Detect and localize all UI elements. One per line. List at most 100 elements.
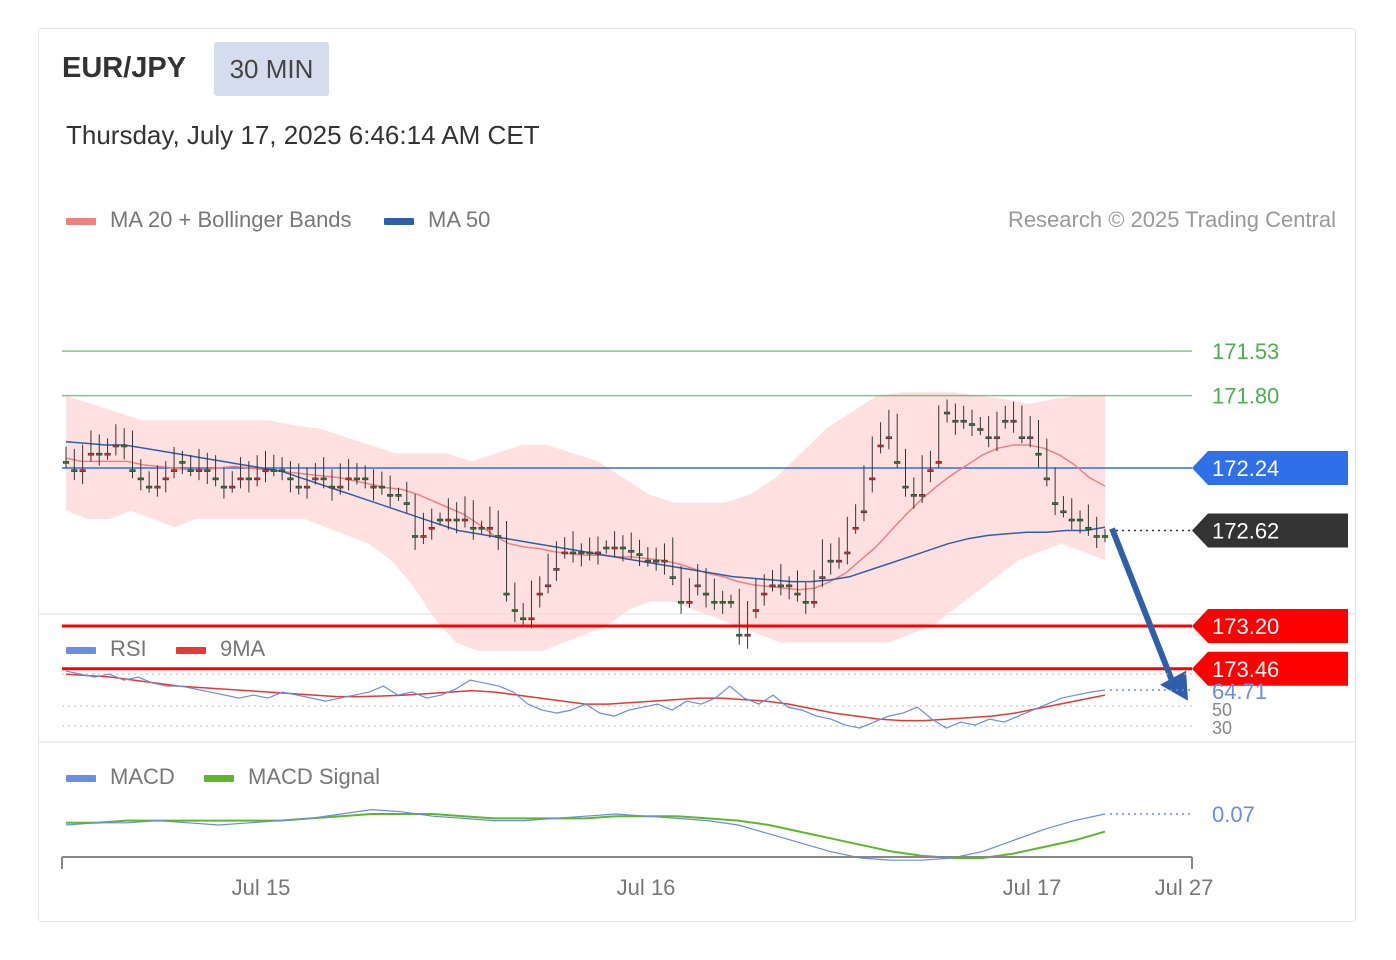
candle-body [87, 452, 95, 456]
candle-body [860, 510, 868, 514]
candle-body [777, 584, 784, 588]
candle-body [320, 477, 327, 481]
candle-body [96, 452, 103, 456]
candle-body [104, 452, 111, 456]
candle-body [1043, 477, 1050, 481]
candle-body [761, 592, 768, 596]
candle-body [237, 477, 244, 481]
candle-body [303, 485, 311, 489]
candle-body [653, 559, 660, 563]
candle-body [220, 485, 228, 489]
candle-body [827, 559, 834, 563]
candle-body [287, 477, 294, 481]
candle-body [1052, 502, 1059, 505]
rsi-level-label: 50 [1212, 700, 1232, 720]
candle-body [935, 461, 942, 464]
candle-body [1093, 535, 1100, 538]
candle-body [503, 592, 510, 596]
candle-body [960, 419, 967, 423]
target-level-label: 171.80 [1212, 384, 1279, 409]
bollinger-band [66, 392, 1105, 651]
candle-body [279, 469, 286, 472]
candle-body [470, 526, 477, 530]
candle-body [869, 477, 876, 481]
x-tick-label: Jul 27 [1155, 875, 1214, 900]
candle-body [62, 461, 70, 464]
candle-body [162, 477, 169, 481]
rsi-ma-line [65, 673, 1106, 722]
candle-body [603, 546, 610, 550]
candle-body [262, 469, 269, 472]
candle-body [345, 477, 352, 481]
candle-body [1085, 526, 1092, 530]
candle-body [553, 568, 560, 571]
candle-body [919, 494, 926, 497]
candle-body [79, 469, 86, 472]
candle-body [204, 469, 211, 472]
candle-body [436, 518, 444, 522]
candle-body [810, 601, 818, 604]
candle-body [769, 584, 776, 588]
macd-signal-line [66, 813, 1106, 859]
candle-body [1035, 452, 1042, 456]
candle-body [245, 477, 252, 481]
candle-body [885, 436, 892, 440]
candle-body [686, 601, 693, 604]
candle-body [702, 592, 710, 596]
candle-body [353, 477, 361, 481]
candle-body [420, 535, 427, 538]
candle-body [943, 411, 951, 415]
candle-body [1027, 436, 1034, 440]
candle-body [461, 518, 469, 522]
candle-body [112, 444, 119, 448]
candle-body [736, 633, 743, 637]
candle-body [993, 436, 1001, 440]
candle-body [495, 535, 502, 538]
candle-body [453, 518, 460, 522]
candle-body [254, 477, 261, 481]
candle-body [727, 601, 735, 604]
candle-body [328, 485, 336, 489]
candle-body [661, 559, 668, 563]
candle-body [1018, 436, 1025, 440]
candle-body [802, 601, 809, 604]
candle-body [644, 559, 651, 563]
candle-body [985, 436, 992, 440]
resistance-level-label: 173.20 [1212, 614, 1279, 639]
candle-body [586, 551, 593, 555]
candle-body [844, 551, 851, 555]
candle-body [378, 485, 385, 489]
candle-body [295, 485, 302, 489]
candle-body [170, 469, 178, 472]
candle-body [387, 494, 394, 497]
candle-body [179, 461, 186, 464]
candle-body [412, 535, 419, 538]
x-tick-label: Jul 17 [1003, 875, 1062, 900]
candle-body [594, 551, 602, 555]
candle-body [1002, 419, 1009, 423]
candle-body [544, 584, 552, 588]
candle-body [669, 576, 676, 579]
target-level-label: 171.53 [1212, 339, 1279, 364]
rsi-level-label: 30 [1212, 718, 1232, 738]
candle-body [561, 551, 568, 555]
candle-body [187, 469, 194, 472]
candle-body [968, 423, 976, 426]
candle-body [894, 461, 901, 464]
candle-body [71, 469, 78, 472]
x-tick-label: Jul 15 [232, 875, 291, 900]
candle-body [229, 485, 236, 489]
candle-body [1076, 518, 1084, 522]
candle-body [362, 477, 369, 481]
candle-body [794, 592, 801, 596]
candle-body [312, 477, 319, 481]
candle-body [569, 551, 577, 555]
candle-body [129, 469, 136, 472]
candle-body [270, 469, 277, 472]
macd-line [65, 808, 1106, 861]
candle-body [852, 526, 859, 530]
candle-body [486, 526, 494, 530]
candle-body [370, 485, 377, 489]
candle-body [819, 576, 826, 579]
forecast-arrow [1109, 527, 1179, 692]
